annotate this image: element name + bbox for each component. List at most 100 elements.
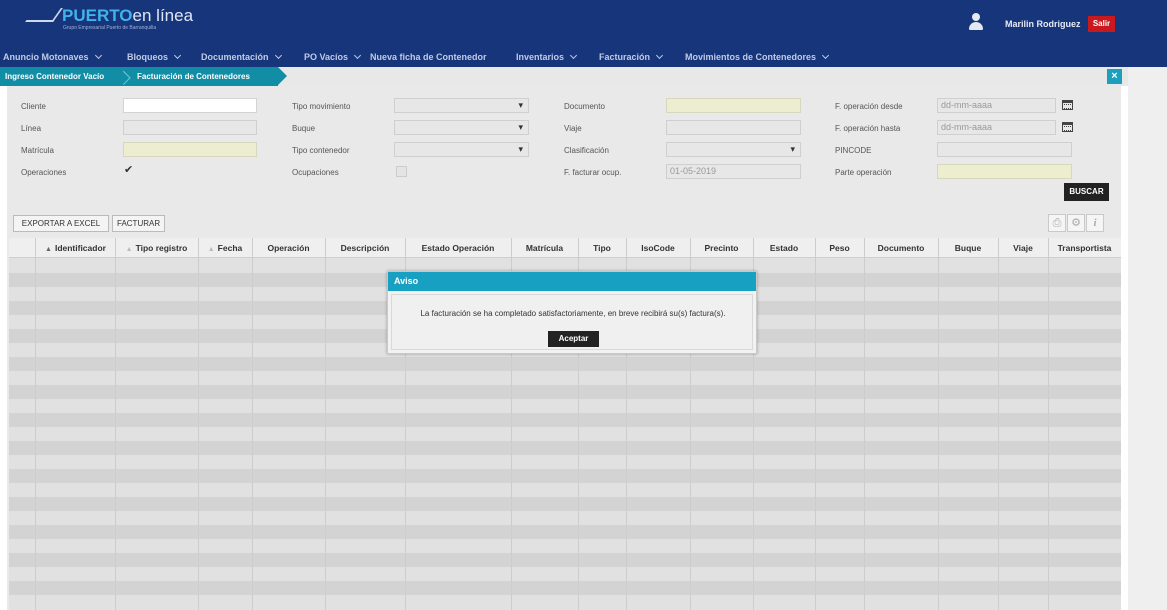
linea-input[interactable] — [123, 120, 257, 135]
table-row — [9, 483, 1121, 497]
user-icon[interactable] — [968, 13, 984, 33]
col-descripcion[interactable]: Descripción — [325, 238, 405, 258]
operaciones-label: Operaciones — [21, 168, 67, 177]
print-icon[interactable]: ⎙ — [1048, 214, 1066, 232]
aceptar-button[interactable]: Aceptar — [548, 331, 599, 347]
breadcrumb: Ingreso Contenedor Vacío Facturación de … — [0, 67, 278, 86]
info-icon[interactable]: i — [1086, 214, 1104, 232]
buque-label: Buque — [292, 124, 316, 133]
nav-item-facturacion[interactable]: Facturación — [599, 51, 664, 62]
col-estado-operacion[interactable]: Estado Operación — [405, 238, 511, 258]
pincode-input[interactable] — [937, 142, 1072, 157]
f-desde-label: F. operación desde — [835, 102, 903, 111]
pincode-label: PINCODE — [835, 146, 872, 155]
ocupaciones-checkbox[interactable] — [396, 166, 407, 177]
ocupaciones-label: Ocupaciones — [292, 168, 339, 177]
col-tipo[interactable]: Tipo — [578, 238, 626, 258]
nav-item-po-vacios[interactable]: PO Vacíos — [304, 51, 362, 62]
sort-asc-icon: ▲ — [45, 246, 52, 253]
main-nav: Anuncio Motonaves Bloqueos Documentación… — [0, 48, 1167, 67]
calendar-icon[interactable] — [1062, 122, 1073, 132]
dialog-message: La facturación se ha completado satisfac… — [420, 309, 726, 318]
matricula-input[interactable] — [123, 142, 257, 157]
breadcrumb-background — [278, 67, 1128, 86]
col-tipo-registro[interactable]: ▲ Tipo registro — [115, 238, 198, 258]
table-row — [9, 581, 1121, 595]
buscar-button[interactable]: BUSCAR — [1064, 183, 1109, 201]
grid-column-divider — [864, 238, 865, 610]
col-isocode[interactable]: IsoCode — [626, 238, 690, 258]
chevron-down-icon — [353, 51, 362, 60]
chevron-down-icon — [94, 51, 102, 60]
breadcrumb-item-facturacion[interactable]: Facturación de Contenedores — [137, 72, 250, 81]
close-tab-button[interactable]: × — [1107, 69, 1122, 84]
viaje-input[interactable] — [666, 120, 801, 135]
f-desde-input[interactable]: dd-mm-aaaa — [937, 98, 1056, 113]
table-row — [9, 441, 1121, 455]
chevron-down-icon — [569, 51, 578, 60]
nav-item-inventarios[interactable]: Inventarios — [516, 51, 578, 62]
table-row — [9, 567, 1121, 581]
grid-column-divider — [998, 238, 999, 610]
buque-select[interactable] — [394, 120, 529, 135]
documento-input[interactable] — [666, 98, 801, 113]
top-header: PUERTOen línea Grupo Empresarial Puerto … — [0, 0, 1167, 48]
aviso-dialog: Aviso La facturación se ha completado sa… — [387, 271, 757, 354]
nav-item-anuncio-motonaves[interactable]: Anuncio Motonaves — [3, 51, 102, 62]
col-matricula[interactable]: Matrícula — [511, 238, 578, 258]
grid-column-divider — [198, 238, 199, 610]
f-hasta-input[interactable]: dd-mm-aaaa — [937, 120, 1056, 135]
right-gutter — [1128, 67, 1167, 610]
nav-item-bloqueos[interactable]: Bloqueos — [127, 51, 182, 62]
col-viaje[interactable]: Viaje — [998, 238, 1048, 258]
grid-column-divider — [252, 238, 253, 610]
calendar-icon[interactable] — [1062, 100, 1073, 110]
breadcrumb-arrow — [278, 67, 287, 85]
dialog-title: Aviso — [388, 272, 756, 291]
table-row — [9, 357, 1121, 371]
col-identificador[interactable]: ▲ Identificador — [36, 238, 115, 258]
table-row — [9, 427, 1121, 441]
parte-operacion-label: Parte operación — [835, 168, 892, 177]
export-excel-button[interactable]: EXPORTAR A EXCEL — [13, 215, 109, 232]
table-row — [9, 455, 1121, 469]
user-name[interactable]: Marilin Rodriguez — [1005, 19, 1081, 29]
chevron-down-icon — [655, 51, 664, 60]
table-row — [9, 385, 1121, 399]
clasificacion-select[interactable] — [666, 142, 801, 157]
col-peso[interactable]: Peso — [815, 238, 864, 258]
logout-button[interactable]: Salir — [1088, 16, 1115, 32]
col-transportista[interactable]: Transportista — [1048, 238, 1121, 258]
col-operacion[interactable]: Operación — [252, 238, 325, 258]
sort-asc-icon: ▲ — [207, 246, 215, 253]
tipo-movimiento-select[interactable] — [394, 98, 529, 113]
documento-label: Documento — [564, 102, 605, 111]
col-estado[interactable]: Estado — [753, 238, 815, 258]
col-buque[interactable]: Buque — [938, 238, 998, 258]
table-row — [9, 525, 1121, 539]
viaje-label: Viaje — [564, 124, 582, 133]
nav-item-documentacion[interactable]: Documentación — [201, 51, 282, 62]
chevron-down-icon — [274, 51, 282, 60]
col-documento[interactable]: Documento — [864, 238, 938, 258]
linea-label: Línea — [21, 124, 42, 133]
nav-item-movimientos[interactable]: Movimientos de Contenedores — [685, 51, 830, 62]
col-precinto[interactable]: Precinto — [690, 238, 753, 258]
gear-icon[interactable]: ⚙ — [1067, 214, 1085, 232]
chevron-down-icon — [821, 51, 830, 60]
table-row — [9, 399, 1121, 413]
parte-operacion-input[interactable] — [937, 164, 1072, 179]
facturar-button[interactable]: FACTURAR — [112, 215, 165, 232]
breadcrumb-item-ingreso[interactable]: Ingreso Contenedor Vacío — [5, 72, 104, 81]
nav-item-nueva-ficha[interactable]: Nueva ficha de Contenedor — [370, 52, 487, 62]
grid-column-divider — [115, 238, 116, 610]
table-row — [9, 497, 1121, 511]
operaciones-checkbox[interactable]: ✔ — [124, 165, 135, 176]
grid-header: ▲ Identificador ▲ Tipo registro ▲ Fecha Ope… — [9, 238, 1121, 258]
f-facturar-input[interactable]: 01-05-2019 — [666, 164, 801, 179]
col-fecha[interactable]: ▲ Fecha — [198, 238, 252, 258]
cliente-input[interactable] — [123, 98, 257, 113]
tipo-contenedor-label: Tipo contenedor — [292, 146, 350, 155]
tipo-contenedor-select[interactable] — [394, 142, 529, 157]
grid-column-divider — [35, 238, 36, 610]
